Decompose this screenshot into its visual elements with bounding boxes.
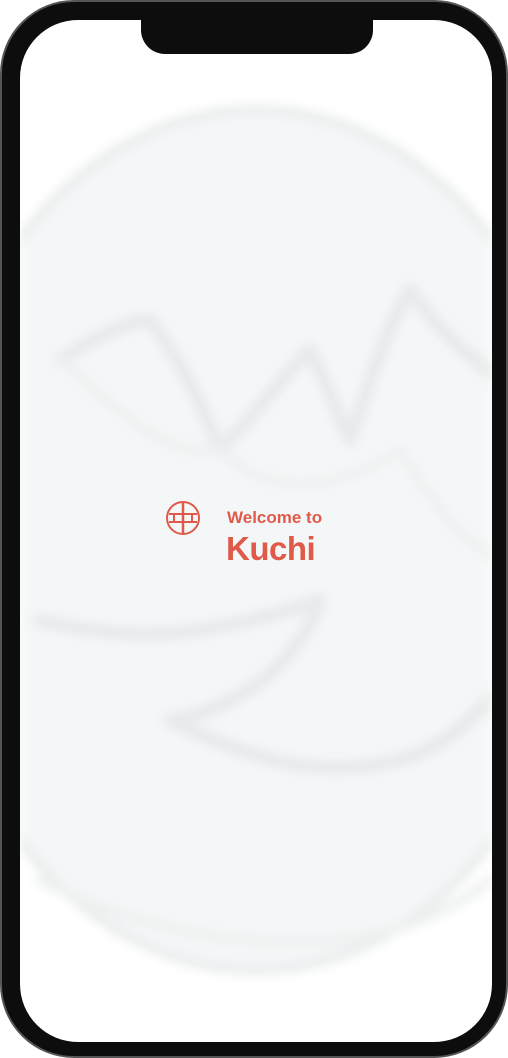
welcome-header: Welcome to Kuchi bbox=[165, 500, 365, 570]
notch bbox=[141, 18, 373, 54]
welcome-intro-text: Welcome to bbox=[227, 508, 323, 527]
welcome-screen: Welcome to Kuchi bbox=[20, 20, 492, 1042]
phone-frame: Welcome to Kuchi bbox=[0, 0, 508, 1058]
kuchi-logo-icon bbox=[166, 501, 200, 535]
app-name-title: Kuchi bbox=[226, 530, 316, 567]
